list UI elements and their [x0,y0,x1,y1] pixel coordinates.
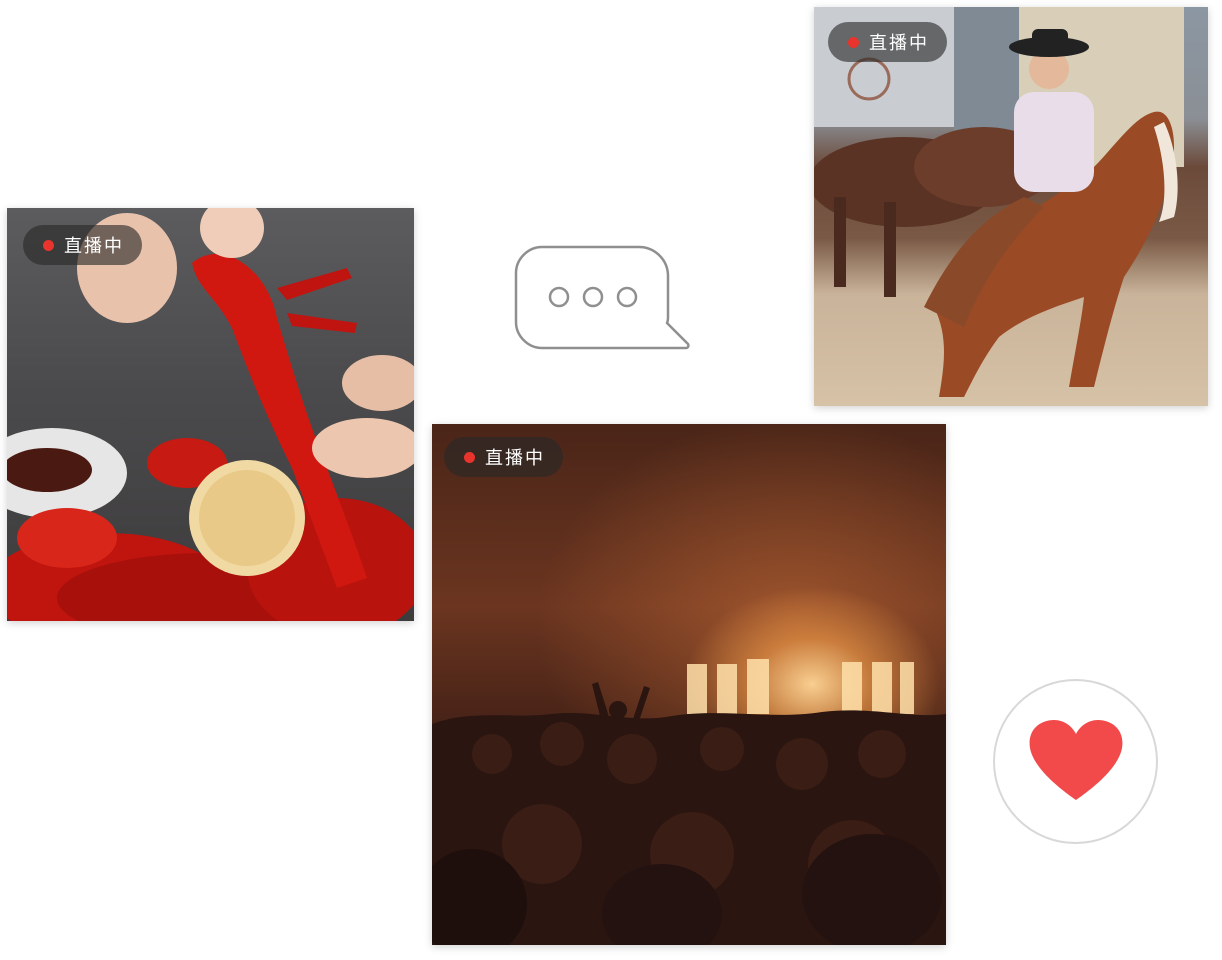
live-badge-label: 直播中 [64,236,124,257]
live-dot [464,451,475,463]
chat-bubble-icon[interactable] [514,245,692,351]
live-badge: 直播中 [23,225,142,265]
live-dot [848,36,859,48]
live-badge-label: 直播中 [869,33,929,54]
concert-photo [432,424,946,945]
live-dot [43,239,54,251]
live-badge: 直播中 [444,437,563,477]
live-card-crayfish[interactable]: 直播中 [7,208,414,621]
like-button[interactable] [993,679,1158,844]
live-card-rodeo[interactable]: 直播中 [814,7,1208,406]
rodeo-photo [814,7,1208,406]
crayfish-photo [7,208,414,621]
live-badge-label: 直播中 [485,448,545,469]
live-card-concert[interactable]: 直播中 [432,424,946,945]
heart-icon [1029,719,1122,800]
live-badge: 直播中 [828,22,947,62]
